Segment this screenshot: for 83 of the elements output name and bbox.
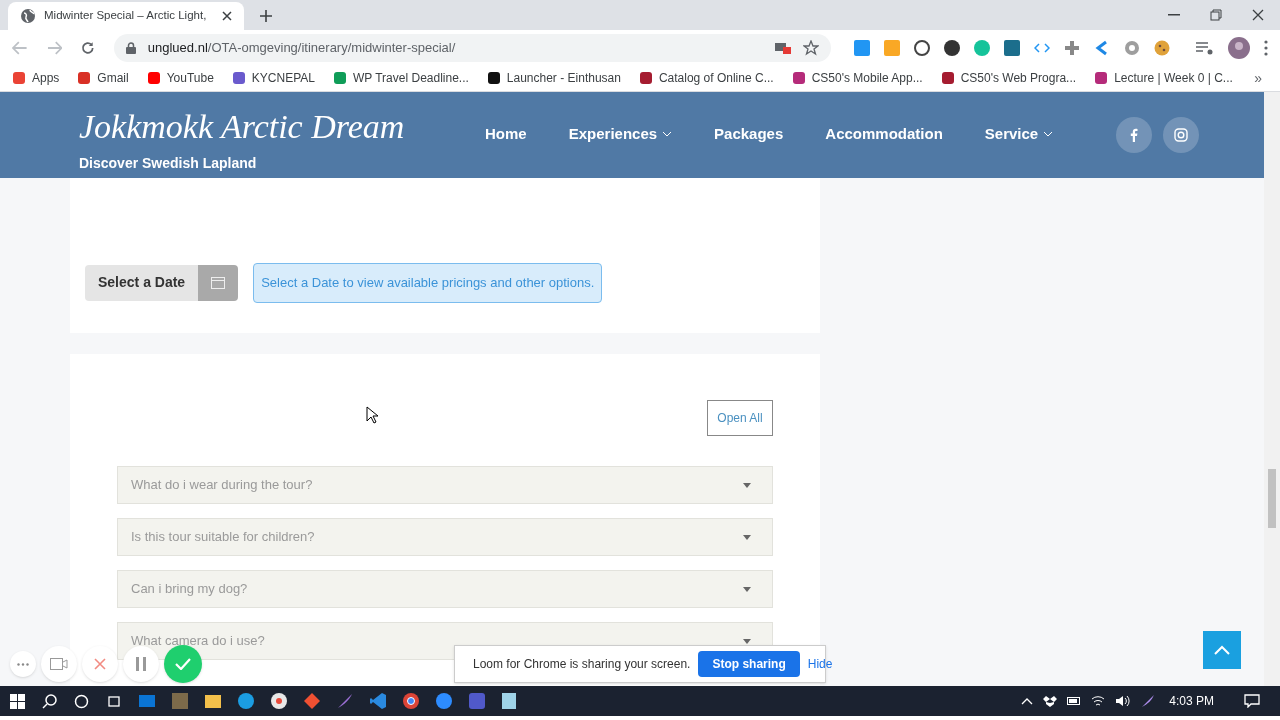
video-icon[interactable] [436, 693, 452, 709]
close-icon [94, 658, 106, 670]
battery-icon[interactable] [1067, 696, 1082, 706]
folder-icon[interactable] [205, 694, 221, 708]
extension-icon[interactable] [1004, 39, 1020, 56]
minimize-icon[interactable] [1168, 14, 1180, 16]
bookmark[interactable]: Catalog of Online C... [638, 69, 774, 87]
more-icon [17, 662, 29, 666]
wifi-icon[interactable] [1091, 695, 1106, 707]
bookmark[interactable]: CS50's Mobile App... [791, 69, 923, 87]
close-tab-icon[interactable] [222, 11, 232, 21]
bookmark[interactable]: Lecture | Week 0 | C... [1094, 69, 1233, 87]
nav-link[interactable]: Home [485, 122, 527, 146]
restore-icon[interactable] [1210, 9, 1222, 21]
browser-icon[interactable] [238, 693, 254, 709]
tab-title: Midwinter Special – Arctic Light, [44, 8, 208, 24]
bookmark[interactable]: Gmail [77, 69, 129, 87]
bookmark[interactable]: CS50's Web Progra... [940, 69, 1077, 87]
chevron-down-icon [1043, 131, 1054, 137]
star-icon[interactable] [803, 39, 819, 56]
site-tagline: Discover Swedish Lapland [79, 153, 258, 173]
chevron-down-icon [662, 131, 673, 137]
speaker-icon[interactable] [1115, 695, 1132, 707]
new-tab-icon[interactable] [260, 10, 272, 22]
chevron-up-icon [1214, 645, 1230, 655]
pause-icon [136, 657, 146, 671]
avatar-icon[interactable] [1228, 36, 1250, 59]
app-icon[interactable] [271, 693, 287, 709]
task-view-icon[interactable] [106, 693, 122, 709]
open-all-button[interactable]: Open All [707, 400, 773, 436]
hide-button[interactable]: Hide [807, 655, 833, 673]
scrollbar-thumb[interactable] [1268, 469, 1276, 528]
nav-link[interactable]: Experiences [568, 122, 673, 146]
nav-link[interactable]: Service [984, 122, 1054, 146]
chevron-up-icon[interactable] [1021, 697, 1034, 705]
check-icon [175, 658, 191, 670]
nav-link[interactable]: Accommodation [825, 122, 943, 146]
gear-icon[interactable] [1124, 39, 1140, 56]
nav-link[interactable]: Packages [714, 122, 784, 146]
extension-icon[interactable] [944, 39, 960, 56]
cast-icon[interactable] [775, 40, 791, 55]
menu-icon[interactable] [1264, 39, 1268, 56]
facebook-icon [1130, 128, 1139, 142]
bookmark[interactable]: Apps [12, 69, 60, 87]
globe-icon [20, 8, 36, 24]
cookie-icon[interactable] [1154, 39, 1170, 56]
dropbox-icon[interactable] [1043, 695, 1058, 707]
calendar-icon [211, 276, 226, 289]
scroll-top-button[interactable] [1203, 631, 1241, 669]
browser-tab[interactable]: Midwinter Special – Arctic Light, [8, 2, 244, 30]
close-icon[interactable] [1252, 9, 1264, 21]
reload-icon[interactable] [81, 40, 95, 55]
facebook-button[interactable] [1116, 117, 1153, 153]
info-notice: Select a Date to view available pricings and other options. [253, 262, 603, 303]
scrollbar[interactable] [1264, 92, 1280, 686]
pen-icon[interactable] [1141, 694, 1156, 708]
caret-down-icon [743, 482, 751, 488]
lock-icon [125, 41, 136, 54]
instagram-icon [1174, 128, 1189, 142]
code-editor-icon[interactable] [370, 693, 386, 709]
clock-time[interactable]: 4:03 PM [1169, 692, 1214, 710]
circle-icon[interactable] [74, 693, 89, 709]
extension-icon[interactable] [914, 39, 930, 56]
bookmark[interactable]: WP Travel Deadline... [333, 69, 469, 87]
mouse-cursor-icon [366, 406, 378, 424]
code-icon[interactable] [1034, 42, 1050, 53]
camera-icon [50, 658, 68, 670]
site-logo[interactable]: Jokkmokk Arctic Dream [79, 106, 479, 147]
instagram-button[interactable] [1163, 117, 1200, 153]
playlist-icon[interactable] [1196, 40, 1214, 55]
url-text: unglued.nl/OTA-omgeving/itinerary/midwinter-special/ [147, 38, 457, 57]
bookmark[interactable]: Launcher - Einthusan [486, 69, 621, 87]
bookmark[interactable]: YouTube [146, 69, 214, 87]
search-icon[interactable] [42, 693, 57, 709]
windows-icon[interactable] [10, 693, 25, 709]
stop-sharing-button[interactable]: Stop sharing [698, 651, 800, 677]
caret-down-icon [743, 534, 751, 540]
bookmark[interactable]: KYCNEPAL [231, 69, 315, 87]
chrome-icon[interactable] [403, 693, 419, 709]
more-bookmarks-button[interactable]: » [1254, 67, 1268, 89]
caret-down-icon [743, 586, 751, 592]
notification-icon[interactable] [1244, 694, 1260, 708]
address-bar[interactable]: unglued.nl/OTA-omgeving/itinerary/midwinter-special/ [113, 33, 831, 62]
